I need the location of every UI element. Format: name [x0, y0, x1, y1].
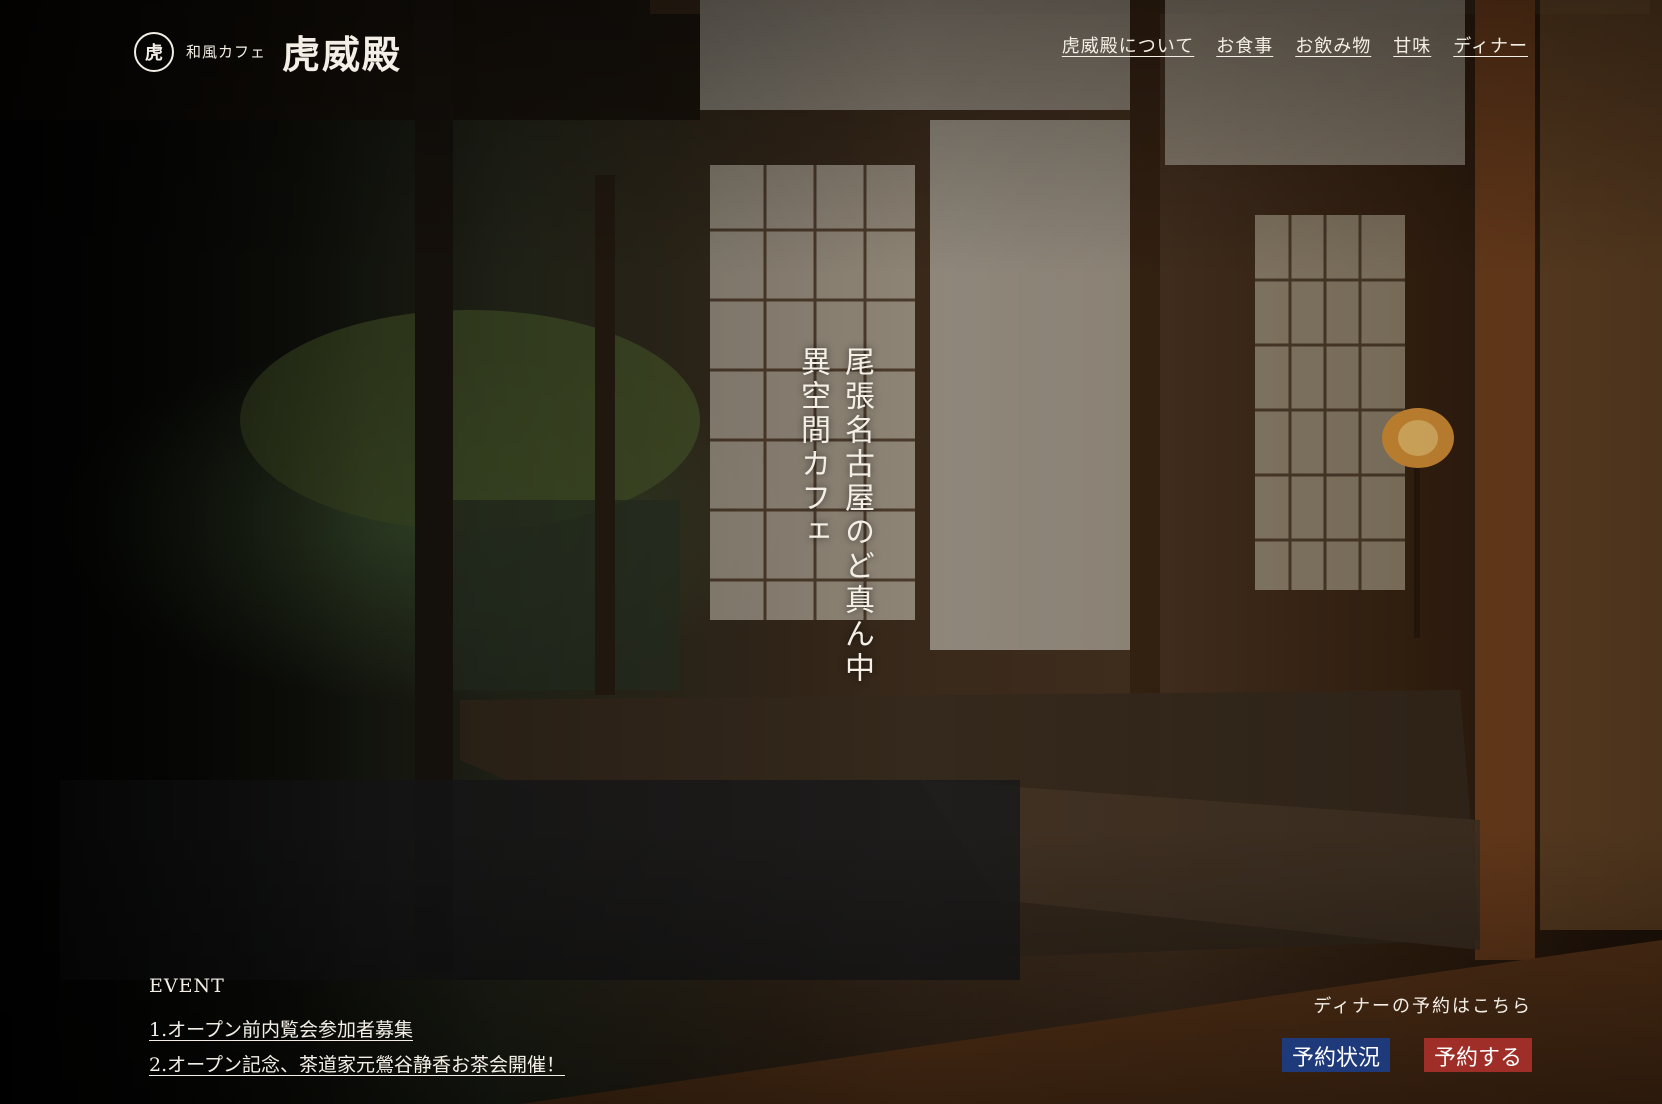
reservation-buttons: 予約状況 予約する [1281, 1038, 1532, 1072]
logo-title: 虎威殿 [282, 32, 403, 77]
book-button[interactable]: 予約する [1423, 1038, 1532, 1072]
reservation-section: ディナーの予約はこちら 予約状況 予約する [1281, 992, 1532, 1072]
tiger-logo-icon: 虎 [134, 31, 174, 72]
reservation-status-button[interactable]: 予約状況 [1281, 1038, 1390, 1072]
logo-subtitle: 和風カフェ [186, 43, 267, 61]
event-section: EVENT 1.オープン前内覧会参加者募集 2.オープン記念、茶道家元鶯谷静香お… [149, 975, 565, 1085]
nav-link-drinks[interactable]: お飲み物 [1295, 32, 1371, 58]
site-logo[interactable]: 虎 和風カフェ 虎威殿 [134, 24, 402, 79]
reservation-label: ディナーの予約はこちら [1313, 996, 1532, 1017]
event-link-2[interactable]: 2.オープン記念、茶道家元鶯谷静香お茶会開催！ [149, 1050, 565, 1077]
event-link-1[interactable]: 1.オープン前内覧会参加者募集 [149, 1015, 565, 1042]
hero-tagline: 尾張名古屋のど真ん中 異空間カフェ [790, 346, 878, 766]
main-nav: 虎威殿について お食事 お飲み物 甘味 ディナー [1062, 32, 1528, 58]
nav-link-food[interactable]: お食事 [1216, 32, 1273, 58]
tagline-line-1: 尾張名古屋のど真ん中 [839, 346, 874, 686]
event-heading: EVENT [149, 975, 225, 997]
nav-link-dinner[interactable]: ディナー [1453, 32, 1528, 58]
nav-link-about[interactable]: 虎威殿について [1062, 32, 1194, 58]
hero-section: 虎 和風カフェ 虎威殿 虎威殿について お食事 お飲み物 甘味 ディナー 尾張名… [0, 0, 1662, 1104]
nav-link-sweets[interactable]: 甘味 [1393, 32, 1431, 58]
tagline-line-2: 異空間カフェ [795, 346, 830, 550]
